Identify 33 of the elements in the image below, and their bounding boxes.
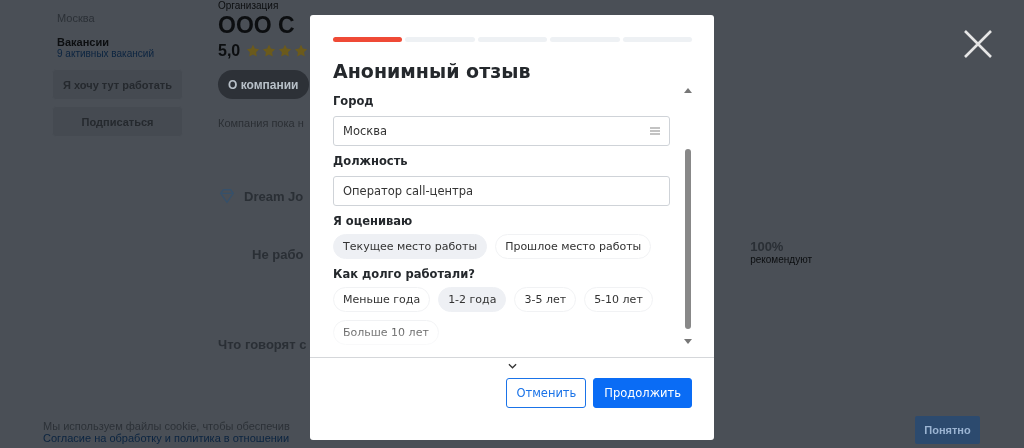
field-label: Город — [333, 94, 375, 108]
list-icon — [650, 127, 660, 135]
cancel-button[interactable]: Отменить — [506, 378, 587, 408]
continue-button[interactable]: Продолжить — [593, 378, 692, 408]
company-name: ООО С — [218, 12, 295, 38]
select-field[interactable]: Москва — [333, 116, 670, 146]
rating-value: 5,0 — [218, 42, 241, 60]
arrow-up-icon[interactable] — [684, 88, 692, 93]
scrollbar-thumb[interactable] — [685, 149, 691, 329]
arrow-down-icon[interactable] — [684, 339, 692, 344]
group-label: Я оцениваю — [333, 214, 414, 228]
dialog-title: Анонимный отзыв — [333, 60, 532, 82]
vacancies-label: Вакансии — [57, 36, 109, 48]
star-icon — [262, 44, 277, 58]
accept-button[interactable]: Понятно — [915, 416, 980, 444]
option-chip[interactable]: Текущее место работы — [333, 234, 488, 259]
close-button[interactable] — [963, 29, 993, 59]
star-icon — [278, 44, 293, 58]
field-label: Должность — [333, 154, 409, 168]
option-chip[interactable]: 1-2 года — [438, 287, 507, 312]
about-tab[interactable]: О компании — [218, 70, 309, 99]
option-chip[interactable]: Больше 10 лет — [333, 320, 439, 345]
stat-caption: рекомендуют — [750, 254, 812, 265]
star-icon — [294, 44, 309, 58]
option-chip[interactable]: Прошлое место работы — [495, 234, 652, 259]
option-chip[interactable]: 5-10 лет — [584, 287, 653, 312]
input-field[interactable]: Оператор call-центра — [333, 176, 670, 206]
group-label: Как долго работали? — [333, 267, 476, 281]
organization-label: Организация — [218, 0, 279, 12]
option-chip[interactable]: Меньше года — [333, 287, 431, 312]
star-icon — [246, 44, 261, 58]
chevron-down-icon — [507, 363, 517, 369]
option-chip[interactable]: 3-5 лет — [514, 287, 577, 312]
